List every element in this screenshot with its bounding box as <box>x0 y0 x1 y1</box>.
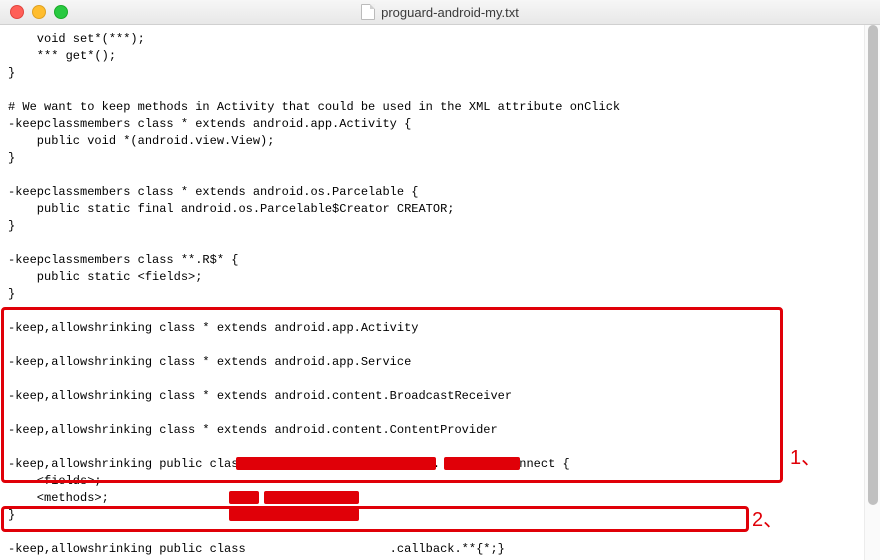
window-title-text: proguard-android-my.txt <box>381 5 519 20</box>
redaction-bar <box>264 491 359 504</box>
scrollbar-track[interactable] <box>864 25 880 560</box>
minimize-icon[interactable] <box>32 5 46 19</box>
redaction-bar <box>229 508 359 521</box>
editor-content[interactable]: void set*(***); *** get*(); } # We want … <box>0 25 880 560</box>
window-root: proguard-android-my.txt void set*(***); … <box>0 0 880 560</box>
traffic-lights <box>0 5 68 19</box>
close-icon[interactable] <box>10 5 24 19</box>
redaction-bar <box>229 491 259 504</box>
redaction-bar <box>236 457 436 470</box>
window-title: proguard-android-my.txt <box>0 4 880 20</box>
maximize-icon[interactable] <box>54 5 68 19</box>
redaction-bar <box>444 457 520 470</box>
annotation-label-2: 2、 <box>752 503 783 532</box>
annotation-box-2 <box>1 506 749 532</box>
scrollbar-thumb[interactable] <box>868 25 878 505</box>
document-icon <box>361 4 375 20</box>
titlebar[interactable]: proguard-android-my.txt <box>0 0 880 25</box>
annotation-label-1: 1、 <box>790 441 821 470</box>
